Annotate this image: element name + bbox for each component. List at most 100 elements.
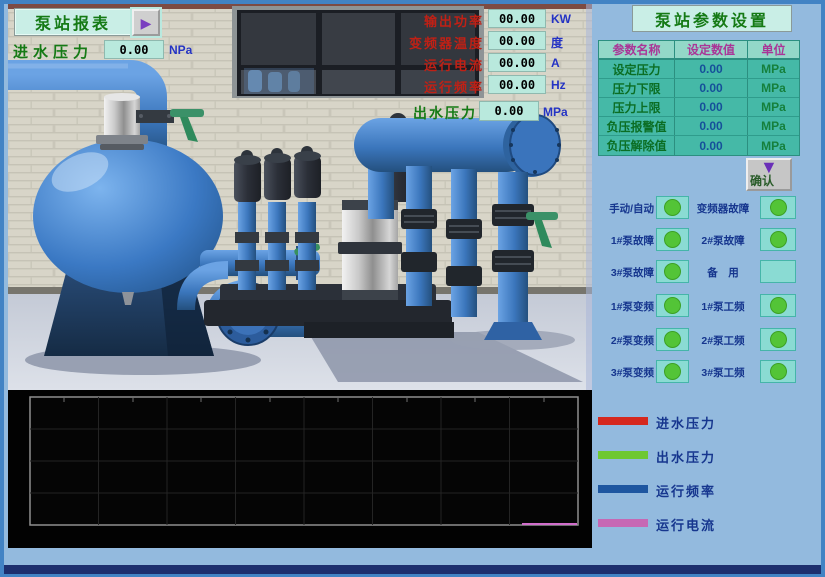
pump-station-3d-view: 泵站报表 ▶ 进水压力 0.00 NPa 输出功率 00.00 KW 变频器温度… — [8, 4, 592, 390]
param-unit: MPa — [748, 79, 799, 97]
settings-row: 负压报警值 0.00 MPa — [599, 117, 799, 136]
inlet-pressure-label: 进水压力 — [13, 41, 93, 62]
play-icon: ▶ — [141, 16, 152, 30]
status-lamp-box — [760, 294, 796, 317]
panel-title-text: 泵站参数设置 — [655, 7, 769, 31]
param-value[interactable]: 0.00 — [675, 79, 748, 97]
status-lamp — [664, 297, 681, 314]
status-lamp — [664, 331, 681, 348]
status-label-pump1-vfd: 1#泵变频 — [592, 299, 654, 314]
status-lamp-box — [760, 228, 796, 251]
status-lamp-box — [656, 328, 689, 351]
param-unit: MPa — [748, 98, 799, 116]
col-param-name: 参数名称 — [599, 41, 675, 58]
status-lamp-box — [656, 228, 689, 251]
readout-row: 变频器温度 00.00 度 — [338, 33, 592, 53]
param-value[interactable]: 0.00 — [675, 60, 748, 78]
outlet-pressure-value: 0.00 — [479, 101, 539, 121]
inverter-temp-value: 00.00 — [488, 31, 546, 50]
param-unit: MPa — [748, 136, 799, 155]
run-current-value: 00.00 — [488, 53, 546, 72]
status-row: 手动/自动 变频器故障 — [592, 196, 821, 220]
trend-chart — [8, 390, 592, 548]
status-lamp — [664, 363, 681, 380]
confirm-button-label: 确认 — [750, 172, 774, 189]
param-name: 压力下限 — [599, 79, 675, 97]
legend-item: 运行电流 — [592, 519, 821, 533]
param-unit: MPa — [748, 117, 799, 135]
status-lamp — [770, 297, 787, 314]
report-button-label: 泵站报表 — [35, 10, 111, 34]
status-row: 2#泵变频 2#泵工频 — [592, 328, 821, 352]
status-row: 3#泵变频 3#泵工频 — [592, 360, 821, 384]
status-row: 1#泵故障 2#泵故障 — [592, 228, 821, 252]
status-row: 3#泵故障 备 用 — [592, 260, 821, 284]
settings-table: 参数名称 设定数值 单位 设定压力 0.00 MPa 压力下限 0.00 MPa… — [598, 40, 800, 156]
legend-label-frequency: 运行频率 — [656, 481, 716, 500]
report-button[interactable]: 泵站报表 — [14, 8, 132, 36]
run-current-label: 运行电流 — [338, 55, 484, 74]
status-lamp-box — [656, 294, 689, 317]
status-lamp-box — [760, 196, 796, 219]
legend-label-current: 运行电流 — [656, 515, 716, 534]
status-label-pump2-line: 2#泵工频 — [688, 333, 758, 348]
param-name: 负压解除值 — [599, 136, 675, 155]
status-lamp — [664, 231, 681, 248]
param-name: 压力上限 — [599, 98, 675, 116]
inlet-pressure-value: 0.00 — [104, 40, 164, 59]
output-power-unit: KW — [551, 12, 571, 26]
output-power-value: 00.00 — [488, 9, 546, 28]
legend-swatch-outlet — [598, 451, 648, 459]
status-label-pump3-fault: 3#泵故障 — [592, 265, 654, 280]
confirm-button[interactable]: ▼ 确认 — [746, 158, 792, 191]
settings-row: 压力下限 0.00 MPa — [599, 79, 799, 98]
settings-row: 压力上限 0.00 MPa — [599, 98, 799, 117]
inlet-pressure-unit: NPa — [169, 43, 192, 57]
status-row: 1#泵变频 1#泵工频 — [592, 294, 821, 318]
settings-row: 负压解除值 0.00 MPa — [599, 136, 799, 155]
status-label-pump1-fault: 1#泵故障 — [592, 233, 654, 248]
status-label-pump2-fault: 2#泵故障 — [688, 233, 758, 248]
legend-item: 出水压力 — [592, 451, 821, 465]
inverter-temp-label: 变频器温度 — [338, 33, 484, 52]
run-frequency-value: 00.00 — [488, 75, 546, 94]
status-lamp — [664, 263, 681, 280]
output-power-label: 输出功率 — [338, 11, 484, 30]
inlet-pressure-row: 进水压力 0.00 NPa — [8, 40, 268, 60]
param-value[interactable]: 0.00 — [675, 98, 748, 116]
readout-row: 运行频率 00.00 Hz — [338, 77, 592, 97]
outlet-pressure-label: 出水压力 — [413, 103, 477, 123]
status-lamp-box — [760, 328, 796, 351]
status-label-manual-auto: 手动/自动 — [592, 201, 654, 216]
status-lamp-box — [760, 360, 796, 383]
param-name: 设定压力 — [599, 60, 675, 78]
settings-row: 设定压力 0.00 MPa — [599, 60, 799, 79]
param-value[interactable]: 0.00 — [675, 136, 748, 155]
col-unit: 单位 — [748, 41, 799, 58]
readout-row: 运行电流 00.00 A — [338, 55, 592, 75]
outlet-pressure-unit: MPa — [543, 105, 568, 119]
status-label-pump1-line: 1#泵工频 — [688, 299, 758, 314]
panel-title: 泵站参数设置 — [632, 5, 792, 32]
report-play-button[interactable]: ▶ — [132, 9, 160, 36]
status-lamp-box — [656, 360, 689, 383]
legend-swatch-inlet — [598, 417, 648, 425]
pump-motors — [234, 146, 321, 290]
pump-station-hmi: 泵站报表 ▶ 进水压力 0.00 NPa 输出功率 00.00 KW 变频器温度… — [0, 0, 825, 577]
legend-label-inlet: 进水压力 — [656, 413, 716, 432]
status-label-vfd-fault: 变频器故障 — [688, 201, 758, 216]
status-lamp — [770, 363, 787, 380]
parameter-panel: 泵站参数设置 参数名称 设定数值 单位 设定压力 0.00 MPa 压力下限 0… — [592, 0, 821, 570]
param-value[interactable]: 0.00 — [675, 117, 748, 135]
inverter-temp-unit: 度 — [551, 34, 563, 51]
status-lamp — [770, 231, 787, 248]
legend-label-outlet: 出水压力 — [656, 447, 716, 466]
trend-chart-plot — [8, 390, 592, 548]
status-lamp — [770, 199, 787, 216]
status-label-pump3-line: 3#泵工频 — [688, 365, 758, 380]
status-lamp-box — [656, 260, 689, 283]
legend-swatch-current — [598, 519, 648, 527]
bottom-band — [4, 565, 821, 574]
status-lamp — [664, 199, 681, 216]
param-unit: MPa — [748, 60, 799, 78]
